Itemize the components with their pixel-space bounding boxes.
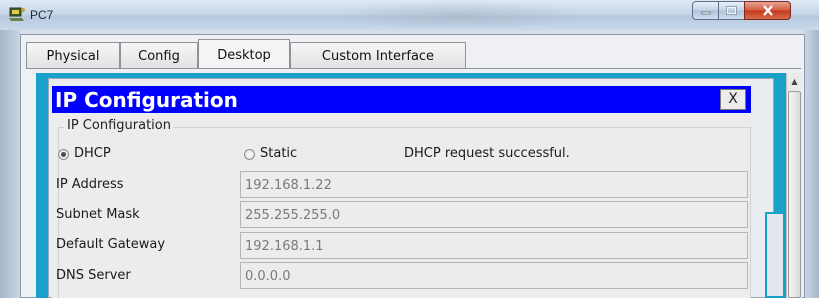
dhcp-status-text: DHCP request successful. [404,146,570,161]
maximize-button[interactable] [718,1,745,20]
dhcp-label[interactable]: DHCP [74,146,111,161]
pc-icon [8,6,26,22]
dialog-close-button[interactable]: X [720,89,746,110]
arrow-up-icon: ▲ [791,76,798,86]
static-label[interactable]: Static [260,146,297,161]
right-frame-strip [805,30,819,298]
close-icon [762,5,773,16]
scroll-up-button[interactable]: ▲ [787,73,802,89]
window-titlebar[interactable]: PC7 [0,0,819,30]
group-legend: IP Configuration [64,118,174,133]
minimize-icon [701,11,710,14]
maximize-icon [726,6,737,15]
default-gateway-label: Default Gateway [56,237,166,252]
static-radio[interactable] [244,149,255,160]
left-frame-strip [0,30,20,298]
dialog-title: IP Configuration [55,88,238,112]
tab-physical[interactable]: Physical [26,42,120,69]
tab-desktop[interactable]: Desktop [198,39,290,69]
subnet-mask-label: Subnet Mask [56,207,140,222]
default-gateway-field[interactable]: 192.168.1.1 [240,232,748,259]
tab-config[interactable]: Config [120,42,198,69]
dhcp-radio[interactable] [58,149,69,160]
desktop-side-panel [765,212,783,298]
scroll-thumb[interactable] [788,91,801,298]
close-window-button[interactable] [744,1,791,20]
vertical-scrollbar[interactable]: ▲ [786,73,802,298]
window-title: PC7 [30,8,54,22]
minimize-button[interactable] [692,1,719,20]
ip-address-field[interactable]: 192.168.1.22 [240,171,748,198]
dns-server-field[interactable]: 0.0.0.0 [240,262,748,289]
titlebar-shade [330,0,590,30]
ip-address-label: IP Address [56,177,124,192]
tab-divider [26,68,801,69]
tab-custom-interface[interactable]: Custom Interface [290,42,466,69]
dns-server-label: DNS Server [56,268,131,283]
ip-config-titlebar: IP Configuration X [52,86,751,113]
subnet-mask-field[interactable]: 255.255.255.0 [240,201,748,228]
